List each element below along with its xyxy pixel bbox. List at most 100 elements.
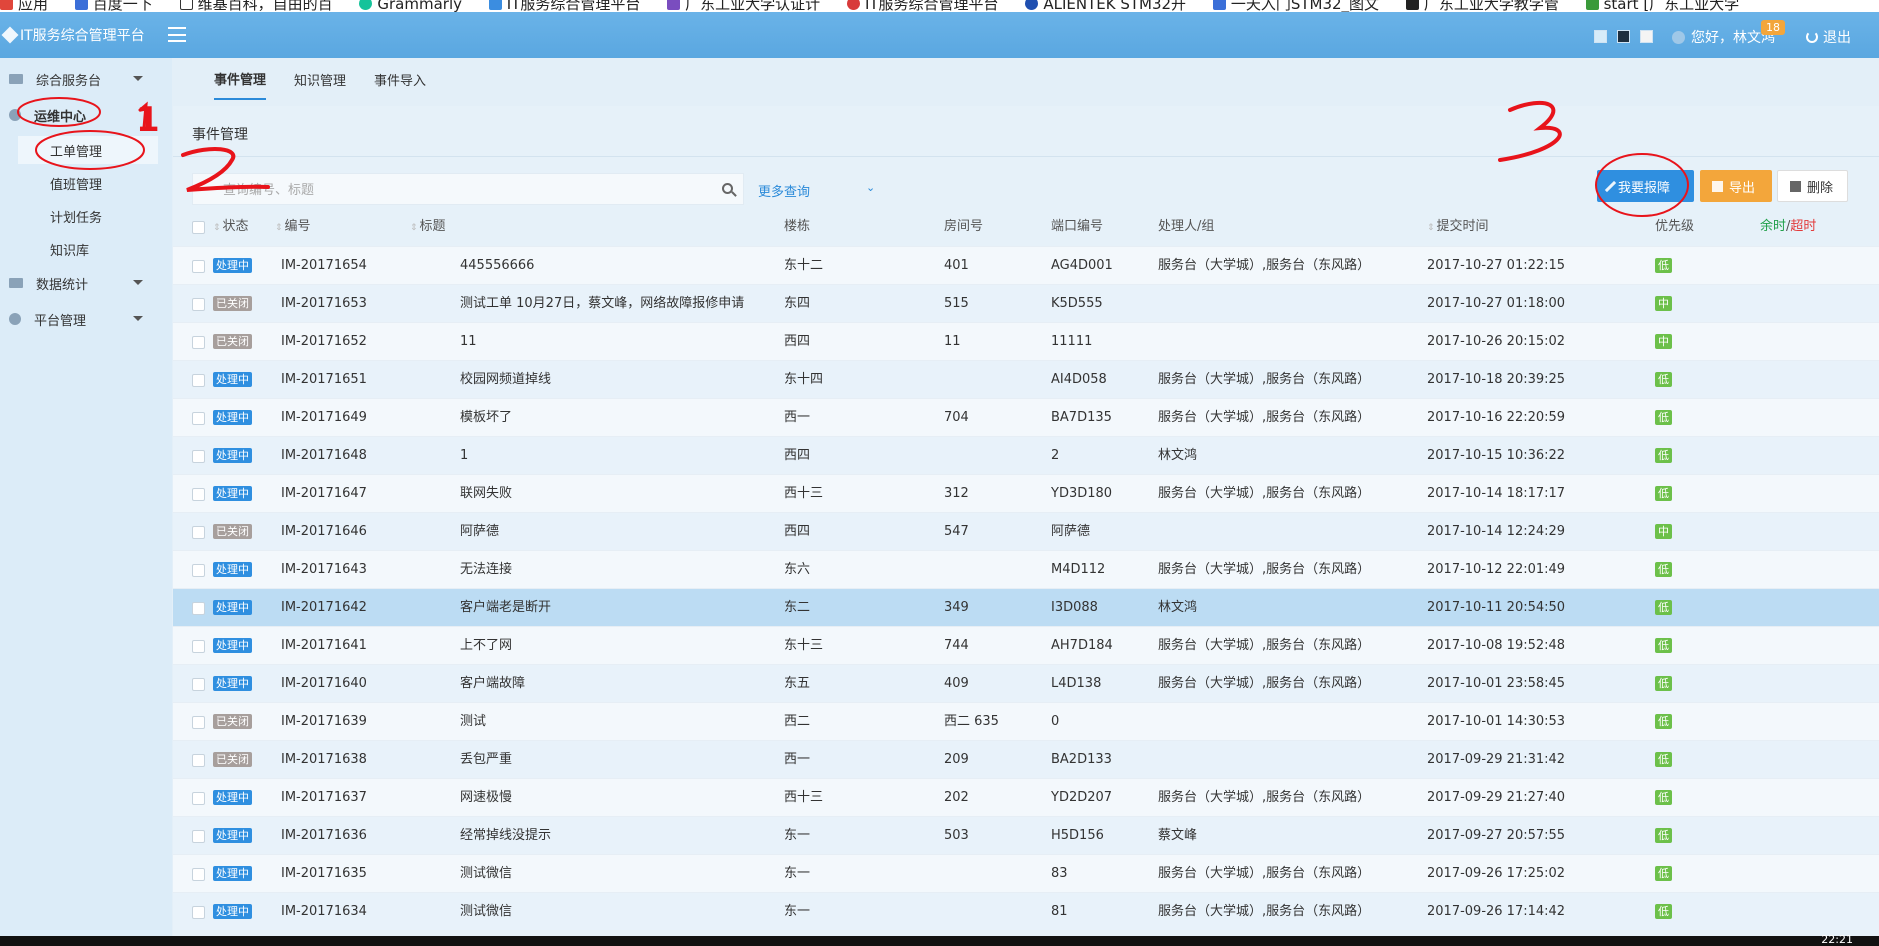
table-row[interactable]: 处理中 IM-20171635 测试微信 东一 83 服务台（大学城）,服务台（东风路） 2…	[173, 854, 1879, 892]
search-icon[interactable]	[722, 183, 733, 194]
row-checkbox[interactable]	[192, 868, 205, 881]
row-checkbox[interactable]	[192, 450, 205, 463]
ticket-title[interactable]: 模板坏了	[460, 410, 512, 425]
bookmark-baidu[interactable]: 百度一下	[74, 0, 153, 11]
bookmark-alientek[interactable]: ALIENTEK STM32开	[1025, 0, 1186, 11]
ticket-title[interactable]: 1	[460, 448, 468, 463]
table-row[interactable]: 已关闭 IM-20171653 测试工单 10月27日，蔡文峰，网络故障报修申请 东四…	[173, 284, 1879, 322]
cell-title[interactable]: 测试	[460, 703, 486, 741]
bookmark-start[interactable]: start [广东工业大学	[1585, 0, 1739, 11]
ticket-title[interactable]: 客户端故障	[460, 676, 525, 691]
brand[interactable]: IT服务综合管理平台	[0, 12, 172, 58]
ticket-title[interactable]: 丢包严重	[460, 752, 512, 767]
table-row[interactable]: 处理中 IM-20171649 模板坏了 西一 704 BA7D135 服务台（大学城）,服…	[173, 398, 1879, 436]
cell-title[interactable]: 校园网频道掉线	[460, 361, 551, 399]
column-header-time[interactable]: ⇕ 提交时间	[1427, 208, 1489, 246]
sidebar-group-ops-center[interactable]: 运维中心	[0, 100, 172, 130]
table-row[interactable]: 处理中 IM-20171648 1 西四 2 林文鸿 2017-10-15 10:36:22…	[173, 436, 1879, 474]
ticket-title[interactable]: 阿萨德	[460, 524, 499, 539]
cell-title[interactable]: 联网失败	[460, 475, 512, 513]
table-row[interactable]: 处理中 IM-20171641 上不了网 东十三 744 AH7D184 服务台（大学城）,…	[173, 626, 1879, 664]
table-row[interactable]: 处理中 IM-20171637 网速极慢 西十三 202 YD2D207 服务台（大学城）,…	[173, 778, 1879, 816]
notification-badge[interactable]: 18	[1761, 20, 1785, 35]
tab-incidents[interactable]: 事件管理	[214, 58, 267, 100]
cell-title[interactable]: 客户端老是断开	[460, 589, 551, 627]
user-menu[interactable]: 您好，林文鸿	[1672, 27, 1775, 47]
table-row[interactable]: 处理中 IM-20171642 客户端老是断开 东二 349 I3D088 林文鸿 2017-…	[173, 588, 1879, 626]
sidebar-group-platform[interactable]: 平台管理	[0, 304, 172, 334]
bookmark-gdut-auth[interactable]: 广东工业大学认证计	[667, 0, 820, 11]
logout-button[interactable]: 退出	[1806, 27, 1851, 47]
table-row[interactable]: 已关闭 IM-20171652 11 西四 11 11111 2017-10-26 20:1…	[173, 322, 1879, 360]
row-checkbox[interactable]	[192, 526, 205, 539]
bookmark-gdut-teach[interactable]: 广东工业大学教学管	[1405, 0, 1559, 11]
ticket-title[interactable]: 测试	[460, 714, 486, 729]
cell-title[interactable]: 丢包严重	[460, 741, 512, 779]
export-button[interactable]: 导出	[1700, 170, 1772, 202]
row-checkbox[interactable]	[192, 260, 205, 273]
row-checkbox[interactable]	[192, 412, 205, 425]
row-checkbox[interactable]	[192, 336, 205, 349]
sidebar-item-schedule[interactable]: 计划任务	[18, 202, 158, 230]
row-checkbox[interactable]	[192, 298, 205, 311]
cell-title[interactable]: 经常掉线没提示	[460, 817, 551, 855]
cell-title[interactable]: 阿萨德	[460, 513, 499, 551]
table-row[interactable]: 处理中 IM-20171651 校园网频道掉线 东十四 AI4D058 服务台（大学城）,…	[173, 360, 1879, 398]
row-checkbox[interactable]	[192, 792, 205, 805]
sidebar-group-statistics[interactable]: 数据统计	[0, 268, 172, 298]
ticket-title[interactable]: 测试微信	[460, 904, 512, 919]
ticket-title[interactable]: 测试微信	[460, 866, 512, 881]
cell-title[interactable]: 上不了网	[460, 627, 512, 665]
sidebar-item-tickets[interactable]: 工单管理	[18, 136, 158, 164]
cell-title[interactable]: 无法连接	[460, 551, 512, 589]
bookmark-itsm-2[interactable]: IT服务综合管理平台	[846, 0, 999, 11]
column-header-status[interactable]: ⇕ 状态	[213, 208, 249, 246]
table-row[interactable]: 已关闭 IM-20171646 阿萨德 西四 547 阿萨德 2017-10-14 12:2…	[173, 512, 1879, 550]
more-query-link[interactable]: 更多查询	[758, 181, 810, 200]
cell-title[interactable]: 测试微信	[460, 893, 512, 931]
ticket-title[interactable]: 客户端老是断开	[460, 600, 551, 615]
cell-title[interactable]: 445556666	[460, 247, 534, 285]
bookmark-stm32[interactable]: 一天入门STM32_图文	[1212, 0, 1379, 11]
table-row[interactable]: 处理中 IM-20171640 客户端故障 东五 409 L4D138 服务台（大学城）,服…	[173, 664, 1879, 702]
ticket-title[interactable]: 11	[460, 334, 477, 349]
table-row[interactable]: 处理中 IM-20171643 无法连接 东六 M4D112 服务台（大学城）,服务台（东…	[173, 550, 1879, 588]
select-all-checkbox[interactable]	[192, 221, 205, 234]
cell-title[interactable]: 1	[460, 437, 468, 475]
delete-button[interactable]: 删除	[1777, 170, 1848, 202]
row-checkbox[interactable]	[192, 830, 205, 843]
ticket-title[interactable]: 网速极慢	[460, 790, 512, 805]
sidebar-item-knowledge[interactable]: 知识库	[18, 235, 158, 263]
report-fault-button[interactable]: 我要报障	[1597, 170, 1694, 202]
cell-title[interactable]: 模板坏了	[460, 399, 512, 437]
table-row[interactable]: 处理中 IM-20171634 测试微信 东一 81 服务台（大学城）,服务台（东风路） 2…	[173, 892, 1879, 930]
menu-toggle-icon[interactable]	[168, 27, 186, 42]
chevron-down-icon[interactable]: ⌄	[866, 181, 875, 194]
cell-title[interactable]: 客户端故障	[460, 665, 525, 703]
cell-title[interactable]: 测试微信	[460, 855, 512, 893]
search-input[interactable]	[223, 180, 703, 200]
row-checkbox[interactable]	[192, 754, 205, 767]
cell-title[interactable]: 11	[460, 323, 477, 361]
ticket-title[interactable]: 校园网频道掉线	[460, 372, 551, 387]
ticket-title[interactable]: 无法连接	[460, 562, 512, 577]
skin-option-white[interactable]	[1640, 30, 1653, 43]
row-checkbox[interactable]	[192, 374, 205, 387]
skin-option-light[interactable]	[1594, 30, 1607, 43]
bookmark-grammarly[interactable]: Grammarly	[359, 0, 462, 11]
ticket-title[interactable]: 445556666	[460, 258, 534, 273]
table-row[interactable]: 已关闭 IM-20171638 丢包严重 西一 209 BA2D133 2017-09-29…	[173, 740, 1879, 778]
sidebar-group-service-desk[interactable]: 综合服务台	[0, 64, 172, 94]
bookmark-itsm[interactable]: IT服务综合管理平台	[488, 0, 640, 11]
table-row[interactable]: 处理中 IM-20171636 经常掉线没提示 东一 503 H5D156 蔡文峰 2017-…	[173, 816, 1879, 854]
sidebar-item-duty[interactable]: 值班管理	[18, 169, 158, 197]
ticket-title[interactable]: 联网失败	[460, 486, 512, 501]
row-checkbox[interactable]	[192, 640, 205, 653]
cell-title[interactable]: 测试工单 10月27日，蔡文峰，网络故障报修申请	[460, 285, 744, 323]
table-row[interactable]: 已关闭 IM-20171639 测试 西二 西二 635 0 2017-10-01 14:3…	[173, 702, 1879, 740]
row-checkbox[interactable]	[192, 602, 205, 615]
ticket-title[interactable]: 上不了网	[460, 638, 512, 653]
bookmark-wiki[interactable]: 维基百科，自由的百	[179, 0, 333, 11]
cell-title[interactable]: 网速极慢	[460, 779, 512, 817]
row-checkbox[interactable]	[192, 488, 205, 501]
